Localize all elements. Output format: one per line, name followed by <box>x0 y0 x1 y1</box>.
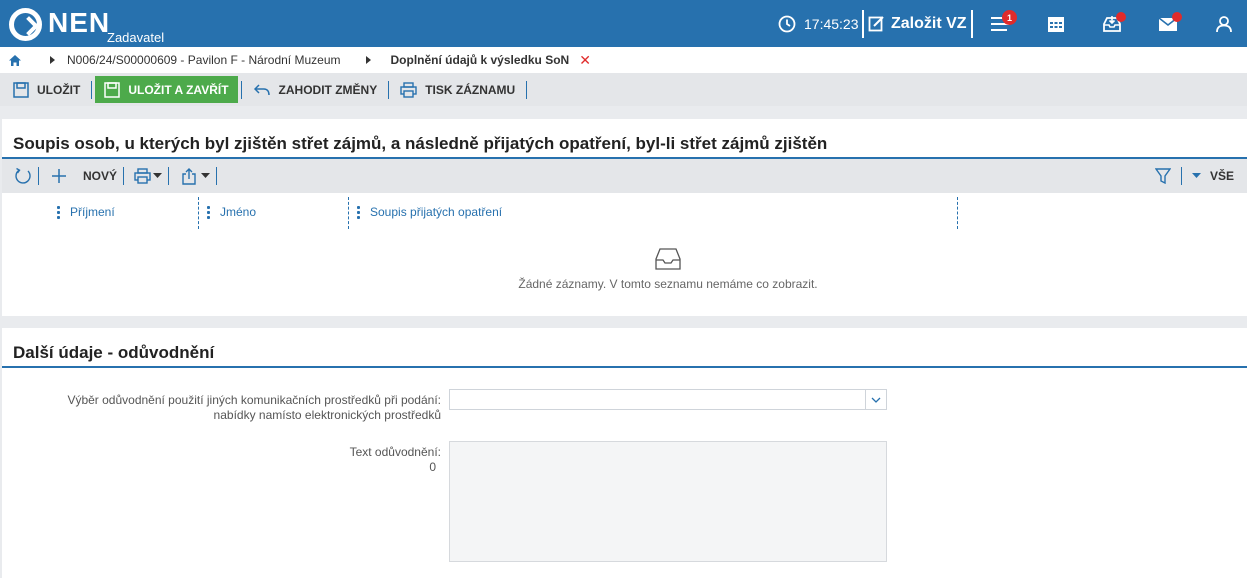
logo-mark-icon <box>9 8 42 41</box>
notification-badge: 1 <box>1002 10 1017 25</box>
column-menu-icon[interactable] <box>57 205 60 219</box>
dropdown-caret-icon <box>153 173 163 178</box>
grid-toolbar: NOVÝ VŠE <box>2 159 1247 193</box>
inbox-dot-badge <box>1116 12 1126 22</box>
printer-icon <box>134 168 151 184</box>
top-navigation-bar: NEN Zadavatel 17:45:23 Založit VZ 1 <box>0 0 1247 47</box>
filter-icon[interactable] <box>1154 168 1171 184</box>
column-header-measures[interactable]: Soupis přijatých opatření <box>357 197 502 227</box>
discard-changes-button[interactable]: ZAHODIT ZMĚNY <box>245 76 386 103</box>
breadcrumb-arrow-icon <box>365 56 371 64</box>
filter-all-dropdown[interactable]: VŠE <box>1191 169 1234 183</box>
column-header-label: Příjmení <box>70 205 115 219</box>
dropdown-caret-icon <box>201 173 211 178</box>
justification-select[interactable] <box>449 389 887 410</box>
nen-logo[interactable]: NEN <box>9 8 110 41</box>
logo-text: NEN <box>48 7 111 38</box>
user-button[interactable] <box>1200 0 1247 47</box>
label-line: nabídky namísto elektronických prostředk… <box>213 408 441 422</box>
new-record-label: NOVÝ <box>83 169 118 183</box>
label-line: Výběr odůvodnění použití jiných komunika… <box>67 393 441 407</box>
printer-icon <box>400 81 417 98</box>
save-icon <box>13 81 29 98</box>
toolbar-divider <box>526 80 528 99</box>
export-icon <box>182 167 196 185</box>
undo-icon <box>253 83 270 95</box>
column-header-surname[interactable]: Příjmení <box>57 197 115 227</box>
create-vz-label: Založit VZ <box>891 14 967 32</box>
save-and-close-button[interactable]: ULOŽIT A ZAVŘÍT <box>95 76 238 103</box>
dropdown-caret-icon <box>1191 173 1201 178</box>
action-toolbar: ULOŽIT ULOŽIT A ZAVŘÍT ZAHODIT ZMĚNY TIS… <box>0 73 1247 106</box>
calendar-icon <box>1048 16 1064 32</box>
discard-changes-label: ZAHODIT ZMĚNY <box>278 82 378 97</box>
empty-state: Žádné záznamy. V tomto seznamu nemáme co… <box>2 247 1247 291</box>
save-icon <box>104 81 121 98</box>
empty-tray-icon <box>655 248 681 270</box>
filter-all-label: VŠE <box>1209 169 1234 183</box>
calendar-button[interactable] <box>1032 0 1080 47</box>
chevron-down-icon[interactable] <box>865 390 886 409</box>
refresh-icon[interactable] <box>14 167 32 185</box>
empty-state-text: Žádné záznamy. V tomto seznamu nemáme co… <box>518 277 818 291</box>
column-separator <box>957 197 958 229</box>
justification-text-label: Text odůvodnění: 0 <box>350 445 441 475</box>
column-header-label: Soupis přijatých opatření <box>370 205 503 219</box>
justification-textarea[interactable] <box>449 441 887 562</box>
session-clock: 17:45:23 <box>778 0 859 47</box>
column-header-firstname[interactable]: Jméno <box>207 197 256 227</box>
toolbar-divider <box>168 167 170 185</box>
plus-icon <box>52 169 66 183</box>
menu-button[interactable]: 1 <box>976 0 1024 47</box>
edit-icon <box>868 16 884 32</box>
print-record-label: TISK ZÁZNAMU <box>425 82 516 97</box>
home-icon[interactable] <box>8 54 22 67</box>
toolbar-divider <box>216 167 218 185</box>
inbox-button[interactable] <box>1088 0 1136 47</box>
print-record-button[interactable]: TISK ZÁZNAMU <box>392 76 523 103</box>
toolbar-divider <box>38 167 39 185</box>
breadcrumb-item-procurement[interactable]: N006/24/S00000609 - Pavilon F - Národní … <box>67 53 341 67</box>
justification-panel: Další údaje - odůvodnění Výběr odůvodněn… <box>2 328 1247 578</box>
save-and-close-label: ULOŽIT A ZAVŘÍT <box>128 82 229 97</box>
close-tab-icon[interactable]: ✕ <box>579 52 591 69</box>
export-menu-button[interactable] <box>181 167 211 185</box>
clock-time: 17:45:23 <box>804 15 859 32</box>
breadcrumb-item-current: Doplnění údajů k výsledku SoN <box>390 53 570 67</box>
create-vz-button[interactable]: Založit VZ <box>868 0 967 47</box>
save-label: ULOŽIT <box>37 82 81 97</box>
filter-controls: VŠE <box>1154 167 1234 185</box>
character-count: 0 <box>429 460 436 474</box>
section-title: Další údaje - odůvodnění <box>2 328 1247 368</box>
user-icon <box>1216 15 1232 32</box>
header-divider <box>862 10 864 38</box>
toolbar-divider <box>91 80 93 99</box>
justification-select-label: Výběr odůvodnění použití jiných komunika… <box>67 393 441 423</box>
column-menu-icon[interactable] <box>207 205 210 219</box>
toolbar-divider <box>240 80 242 99</box>
toolbar-divider <box>1180 167 1182 185</box>
new-record-button[interactable]: NOVÝ <box>51 168 117 184</box>
messages-button[interactable] <box>1144 0 1192 47</box>
toolbar-divider <box>388 80 390 99</box>
clock-icon <box>778 15 796 32</box>
header-divider <box>971 10 973 38</box>
section-title: Soupis osob, u kterých byl zjištěn střet… <box>2 119 1247 159</box>
logo-subtitle: Zadavatel <box>107 30 165 45</box>
conflict-of-interest-panel: Soupis osob, u kterých byl zjištěn střet… <box>2 119 1247 316</box>
print-menu-button[interactable] <box>134 168 163 184</box>
column-menu-icon[interactable] <box>357 205 360 219</box>
breadcrumb: N006/24/S00000609 - Pavilon F - Národní … <box>0 47 1247 73</box>
column-header-label: Jméno <box>220 205 257 219</box>
column-separator <box>348 197 349 229</box>
mail-dot-badge <box>1172 12 1182 22</box>
save-button[interactable]: ULOŽIT <box>5 76 88 103</box>
label-line: Text odůvodnění: <box>349 445 441 459</box>
column-separator <box>198 197 199 229</box>
breadcrumb-arrow-icon <box>50 56 55 64</box>
toolbar-divider <box>123 167 125 185</box>
